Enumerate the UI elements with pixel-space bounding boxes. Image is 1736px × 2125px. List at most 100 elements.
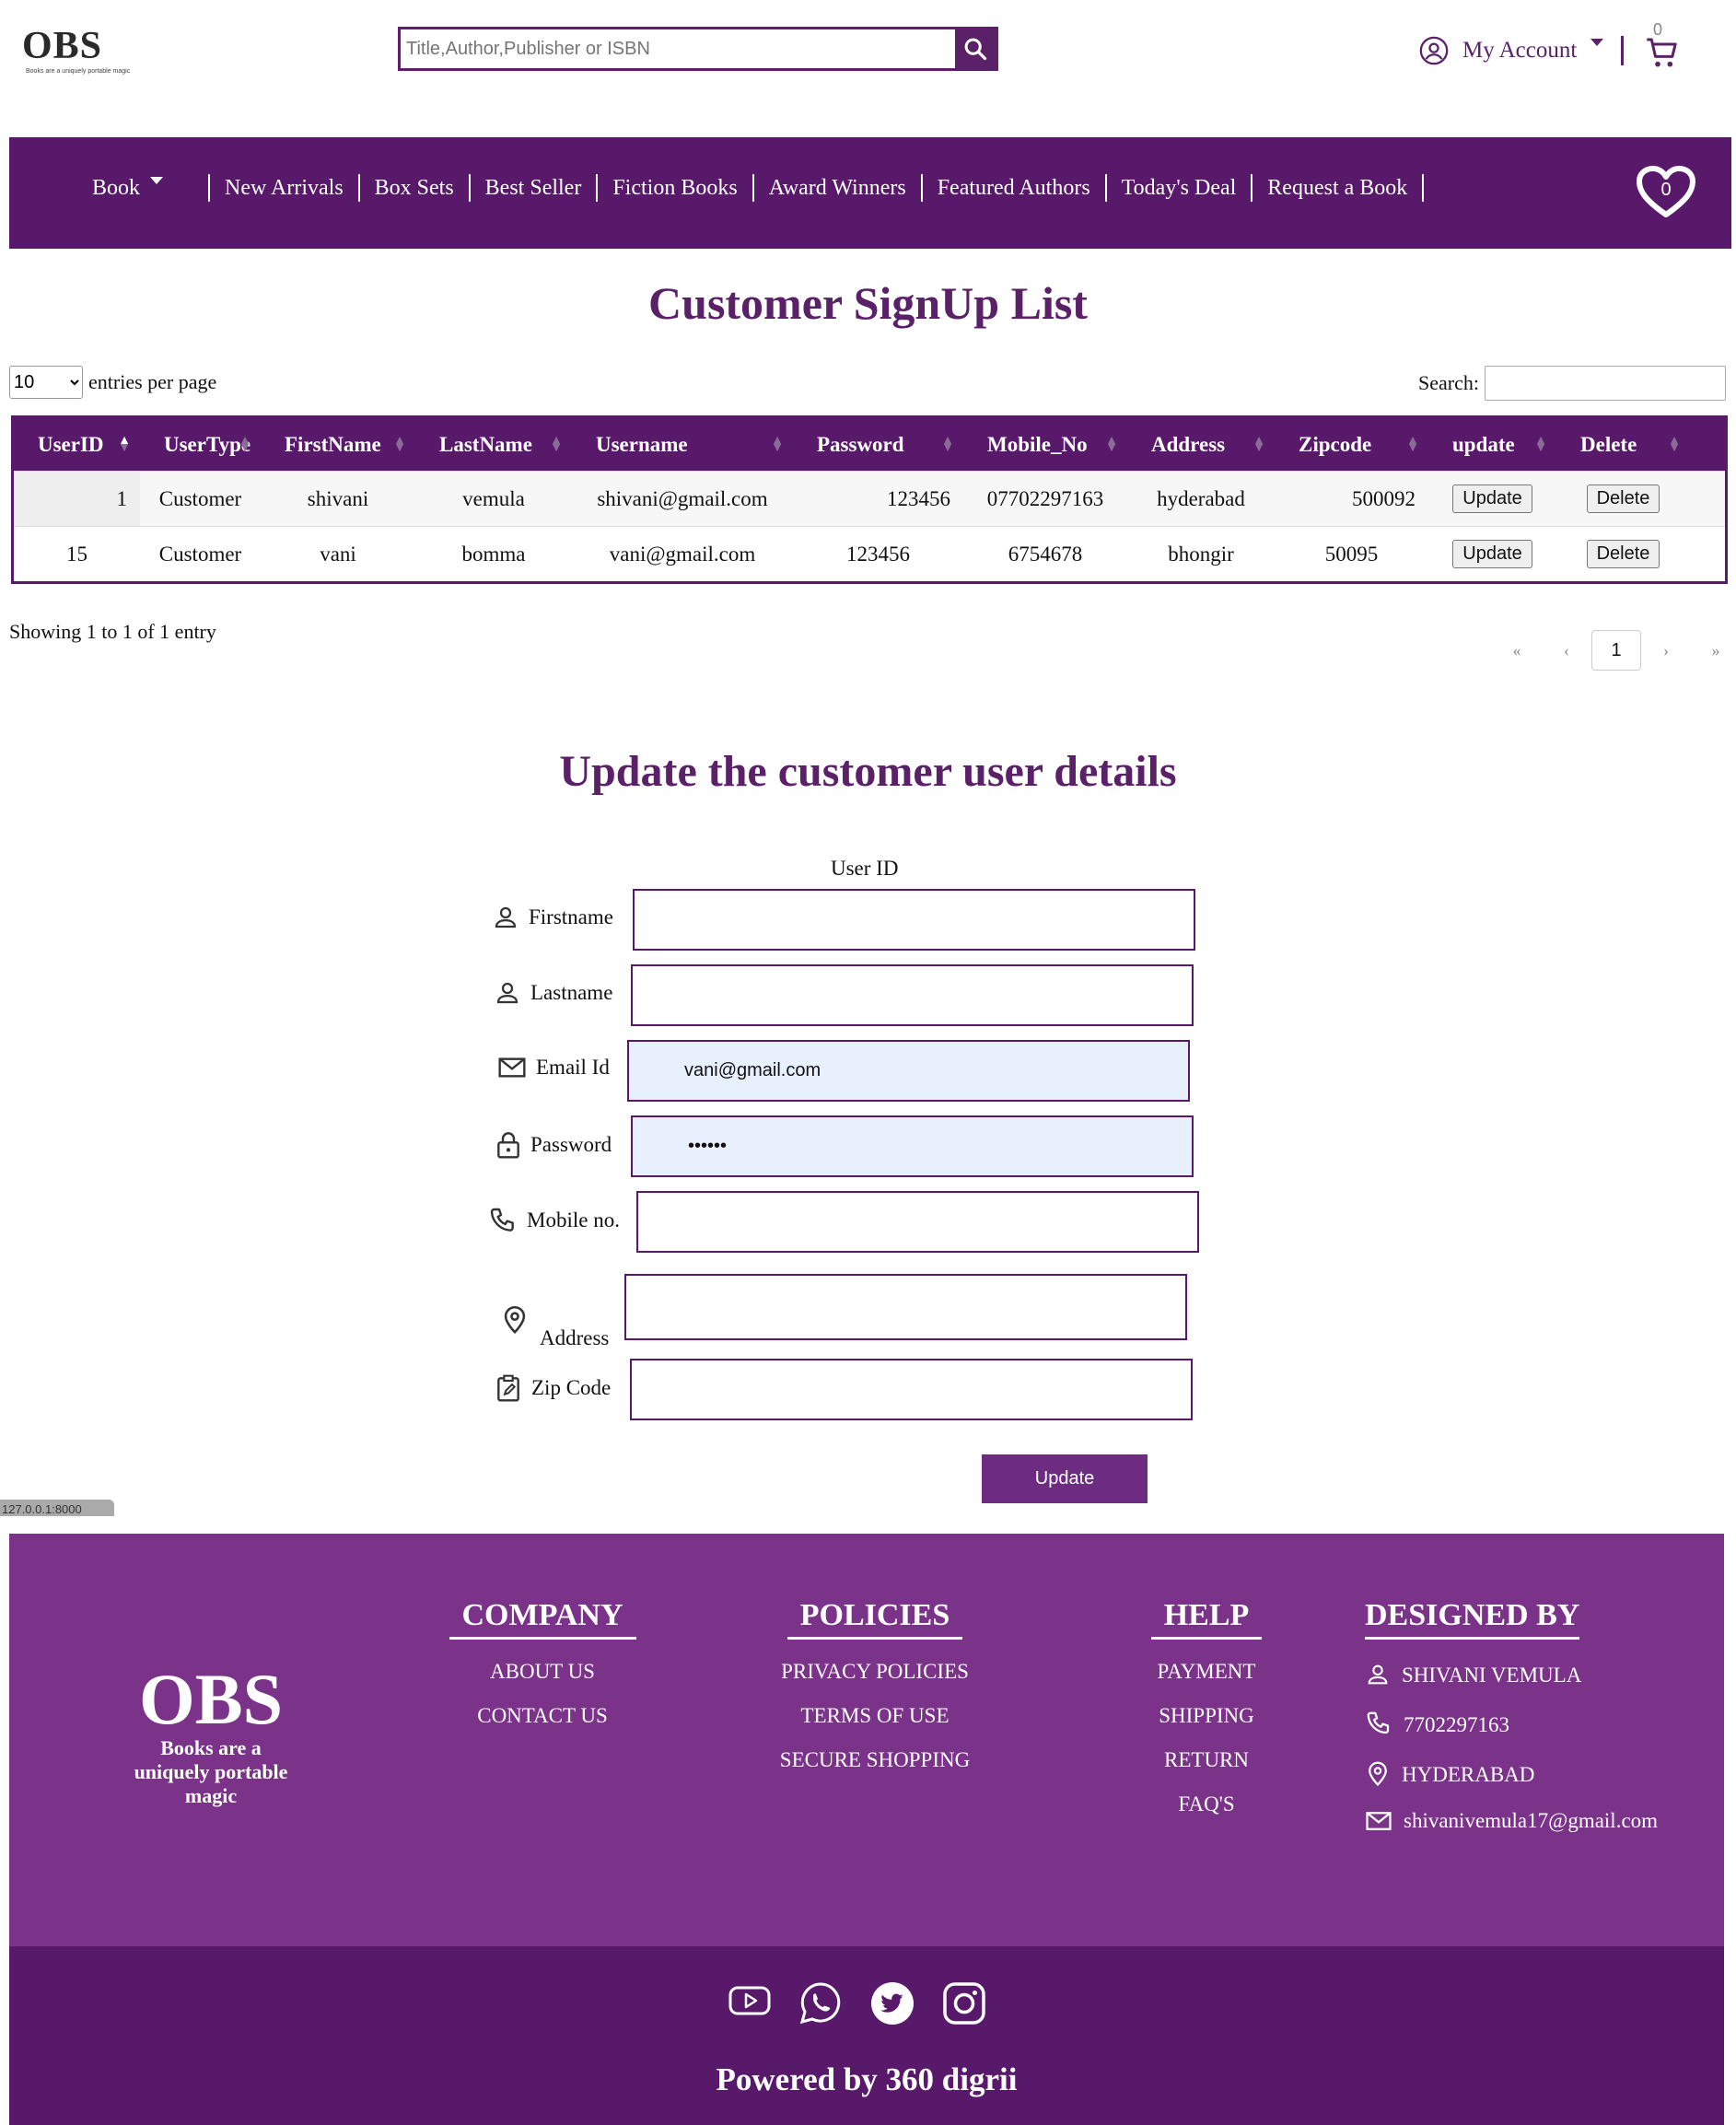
- shipping-link[interactable]: SHIPPING: [1133, 1704, 1280, 1728]
- table-cell-action: Update: [1428, 527, 1556, 581]
- table-cell-action: Update: [1428, 472, 1556, 526]
- last-page-button[interactable]: »: [1691, 641, 1736, 660]
- nav-item-featured-authors[interactable]: Featured Authors: [923, 176, 1105, 201]
- column-header-usertype[interactable]: UserType ▲ ▼: [140, 418, 261, 471]
- email-label: Email Id: [536, 1056, 610, 1079]
- email-input[interactable]: [627, 1040, 1190, 1102]
- footer-help: HELP PAYMENT SHIPPING RETURN FAQ'S: [1133, 1598, 1280, 1816]
- youtube-icon[interactable]: [728, 1980, 772, 2021]
- nav-separator: [1422, 174, 1425, 202]
- next-page-button[interactable]: ›: [1641, 641, 1691, 660]
- column-header-userid[interactable]: UserID ▲ ▼: [14, 418, 140, 471]
- customer-table: UserID ▲ ▼ UserType ▲ ▼ FirstName ▲ ▼ LastName ▲ ▼ U…: [11, 415, 1728, 584]
- password-input[interactable]: [631, 1115, 1194, 1177]
- powered-by: Powered by 360 digrii: [716, 2061, 1018, 2097]
- faqs-link[interactable]: FAQ'S: [1133, 1792, 1280, 1816]
- nav-item-label: Today's Deal: [1121, 175, 1237, 200]
- nav-item-new-arrivals[interactable]: New Arrivals: [210, 176, 358, 201]
- first-page-button[interactable]: «: [1492, 641, 1542, 660]
- list-title: Customer SignUp List: [648, 277, 1088, 329]
- column-header-firstname[interactable]: FirstName ▲ ▼: [261, 418, 415, 471]
- prev-page-button[interactable]: ‹: [1542, 641, 1591, 660]
- return-link[interactable]: RETURN: [1133, 1748, 1280, 1772]
- location-pin-icon: [504, 1305, 526, 1334]
- nav-item-today-s-deal[interactable]: Today's Deal: [1107, 176, 1252, 201]
- search-button[interactable]: [955, 29, 996, 68]
- designer-email[interactable]: shivanivemula17@gmail.com: [1404, 1809, 1658, 1833]
- nav-item-book[interactable]: Book: [77, 176, 208, 201]
- submit-update-button[interactable]: Update: [982, 1454, 1148, 1503]
- lastname-label-group: Lastname: [494, 979, 612, 1007]
- zip-input[interactable]: [630, 1359, 1193, 1420]
- user-circle-icon: [1419, 36, 1449, 65]
- nav-item-label: Award Winners: [768, 175, 906, 200]
- column-header-password[interactable]: Password ▲ ▼: [793, 418, 963, 471]
- sort-arrows-icon: ▲ ▼: [1534, 433, 1547, 455]
- row-update-button[interactable]: Update: [1452, 485, 1532, 513]
- secure-shopping-link[interactable]: SECURE SHOPPING: [763, 1748, 987, 1772]
- column-header-label: Password: [817, 432, 904, 456]
- column-header-label: LastName: [439, 432, 532, 456]
- column-header-delete[interactable]: Delete ▲ ▼: [1556, 418, 1690, 471]
- nav-item-label: Best Seller: [484, 175, 582, 200]
- column-header-address[interactable]: Address ▲ ▼: [1127, 418, 1275, 471]
- column-header-lastname[interactable]: LastName ▲ ▼: [415, 418, 572, 471]
- designer-email-row: shivanivemula17@gmail.com: [1365, 1809, 1658, 1833]
- site-logo[interactable]: OBS Books are a uniquely portable magic: [22, 24, 160, 79]
- whatsapp-icon[interactable]: [798, 1980, 844, 2026]
- contact-us-link[interactable]: CONTACT US: [436, 1704, 649, 1728]
- sort-arrows-icon: ▲ ▼: [1252, 433, 1265, 455]
- email-label-group: Email Id: [497, 1055, 610, 1080]
- nav-item-box-sets[interactable]: Box Sets: [360, 176, 469, 201]
- table-cell-zipcode: 50095: [1324, 542, 1379, 566]
- table-cell-firstname: shivani: [307, 486, 369, 510]
- row-delete-button[interactable]: Delete: [1586, 485, 1660, 513]
- person-icon: [495, 906, 517, 928]
- wishlist-button[interactable]: 0: [1636, 165, 1696, 220]
- my-account-menu[interactable]: My Account: [1418, 35, 1625, 66]
- nav-item-best-seller[interactable]: Best Seller: [471, 176, 597, 201]
- twitter-icon[interactable]: [869, 1980, 915, 2026]
- terms-of-use-link[interactable]: TERMS OF USE: [763, 1704, 987, 1728]
- table-search: Search:: [1418, 366, 1726, 401]
- footer: OBS Books are a uniquely portable magic …: [9, 1534, 1724, 1946]
- form-title: Update the customer user details: [559, 747, 1177, 796]
- nav-item-fiction-books[interactable]: Fiction Books: [598, 176, 751, 201]
- table-cell-lastname: vemula: [462, 486, 525, 510]
- sort-arrows-icon: ▲ ▼: [1105, 433, 1118, 455]
- table-search-input[interactable]: [1484, 366, 1726, 401]
- table-cell-action: Delete: [1556, 527, 1690, 581]
- page-1-button[interactable]: 1: [1591, 630, 1641, 671]
- footer-policies: POLICIES PRIVACY POLICIES TERMS OF USE S…: [763, 1598, 987, 1772]
- mobile-input[interactable]: [636, 1191, 1199, 1253]
- footer-policies-title: POLICIES: [786, 1598, 963, 1640]
- userid-label: User ID: [831, 857, 899, 880]
- row-update-button[interactable]: Update: [1452, 540, 1532, 568]
- search-input[interactable]: [401, 29, 955, 68]
- payment-link[interactable]: PAYMENT: [1133, 1660, 1280, 1684]
- column-header-zipcode[interactable]: Zipcode ▲ ▼: [1275, 418, 1428, 471]
- instagram-icon[interactable]: [941, 1980, 987, 2026]
- table-cell-userid: 1: [14, 472, 140, 526]
- person-icon: [1368, 1664, 1388, 1685]
- table-cell-password: 123456: [887, 486, 950, 510]
- table-info: Showing 1 to 1 of 1 entry: [9, 620, 216, 643]
- column-header-mobile-no[interactable]: Mobile_No ▲ ▼: [963, 418, 1127, 471]
- nav-item-award-winners[interactable]: Award Winners: [754, 176, 921, 201]
- lastname-input[interactable]: [631, 964, 1194, 1026]
- row-delete-button[interactable]: Delete: [1586, 540, 1660, 568]
- table-cell-mobile: 6754678: [1008, 542, 1083, 566]
- table-cell-username: shivani@gmail.com: [597, 486, 768, 510]
- column-header-username[interactable]: Username ▲ ▼: [572, 418, 793, 471]
- lock-icon: [497, 1132, 519, 1159]
- column-header-update[interactable]: update ▲ ▼: [1428, 418, 1556, 471]
- about-us-link[interactable]: ABOUT US: [436, 1660, 649, 1684]
- entries-label: entries per page: [88, 370, 217, 393]
- privacy-policies-link[interactable]: PRIVACY POLICIES: [763, 1660, 987, 1684]
- sort-arrows-icon: ▲ ▼: [941, 433, 954, 455]
- nav-item-request-a-book[interactable]: Request a Book: [1252, 176, 1422, 201]
- mobile-label: Mobile no.: [527, 1208, 620, 1232]
- entries-per-page-select[interactable]: 10: [9, 366, 83, 399]
- firstname-input[interactable]: [633, 889, 1195, 951]
- address-input[interactable]: [624, 1274, 1187, 1340]
